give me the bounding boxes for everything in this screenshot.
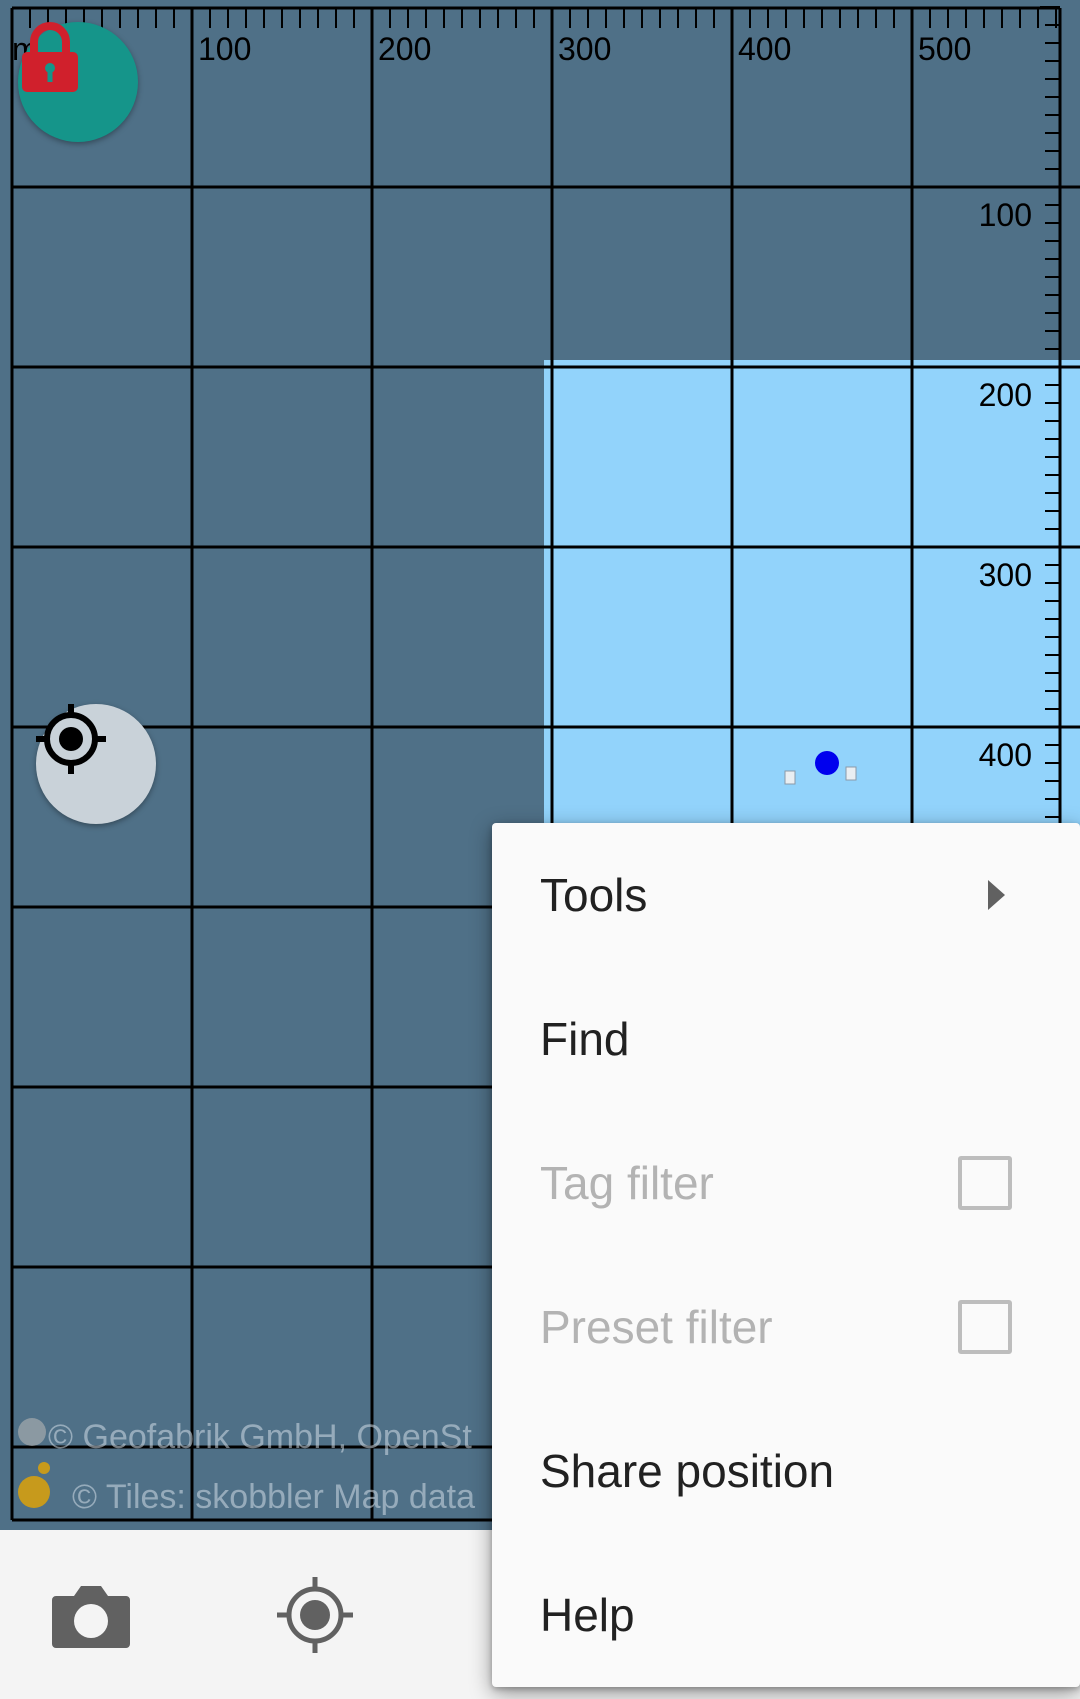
menu-item-find[interactable]: Find	[492, 967, 1080, 1111]
gps-follow-button[interactable]	[36, 704, 156, 824]
ruler-label-x: 200	[378, 31, 431, 67]
skobbler-logo-part	[38, 1462, 50, 1474]
menu-item-label: Tag filter	[540, 1157, 714, 1209]
position-marker	[815, 751, 839, 775]
node-marker	[784, 770, 796, 785]
skobbler-logo	[18, 1476, 50, 1508]
node-marker	[845, 766, 857, 781]
lock-button[interactable]	[18, 22, 138, 142]
gps-crosshair-icon	[36, 704, 106, 774]
ruler-label-y: 300	[979, 557, 1032, 593]
menu-item-label: Share position	[540, 1445, 835, 1497]
camera-icon	[52, 1586, 130, 1648]
menu-item-label: Help	[540, 1589, 635, 1641]
menu-item-share-position[interactable]: Share position	[492, 1399, 1080, 1543]
gps-icon	[277, 1577, 353, 1653]
overflow-menu: Tools Find Tag filter Preset filter Share po…	[492, 823, 1080, 1687]
tag-filter-checkbox	[958, 1156, 1012, 1210]
menu-item-label: Find	[540, 1013, 630, 1065]
gps-button[interactable]	[270, 1570, 360, 1660]
ruler-label-y: 200	[979, 377, 1032, 413]
camera-button[interactable]	[46, 1570, 136, 1660]
ruler-label-y: 400	[979, 737, 1032, 773]
ruler-label-y: 100	[979, 197, 1032, 233]
lock-icon	[22, 22, 78, 92]
geofabrik-logo	[18, 1418, 46, 1446]
menu-item-tools[interactable]: Tools	[492, 823, 1080, 967]
submenu-arrow-icon	[988, 880, 1005, 910]
menu-item-tag-filter: Tag filter	[492, 1111, 1080, 1255]
ruler-label-x: 100	[198, 31, 251, 67]
menu-item-label: Tools	[540, 869, 648, 921]
menu-item-preset-filter: Preset filter	[492, 1255, 1080, 1399]
preset-filter-checkbox	[958, 1300, 1012, 1354]
menu-item-label: Preset filter	[540, 1301, 773, 1353]
ruler-label-x: 400	[738, 31, 791, 67]
ruler-label-x: 500	[918, 31, 971, 67]
ruler-label-x: 300	[558, 31, 611, 67]
attribution-line-1: © Geofabrik GmbH, OpenSt	[48, 1418, 472, 1456]
attribution-line-2: © Tiles: skobbler Map data	[72, 1478, 476, 1516]
menu-item-help[interactable]: Help	[492, 1543, 1080, 1687]
